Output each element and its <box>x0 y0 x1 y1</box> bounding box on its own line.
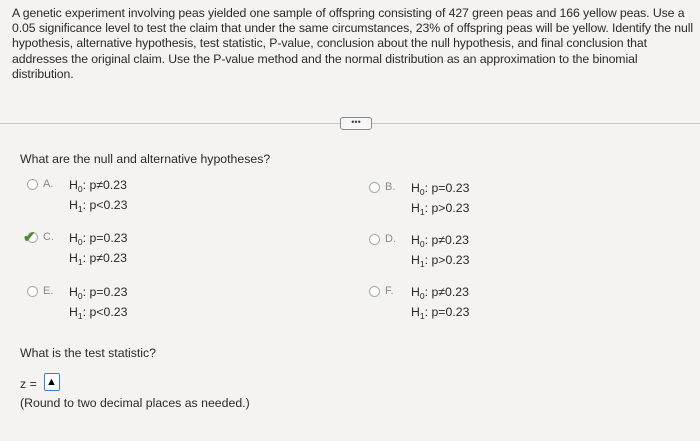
option-letter: C. <box>43 231 54 243</box>
radio-button[interactable] <box>369 182 380 193</box>
null-hypothesis: H0: p=0.23 <box>411 181 470 197</box>
problem-statement: A genetic experiment involving peas yiel… <box>12 6 694 81</box>
null-hypothesis: H0: p≠0.23 <box>411 285 469 301</box>
alternative-hypothesis: H1: p<0.23 <box>69 305 128 321</box>
alternative-hypothesis: H1: p>0.23 <box>411 253 470 269</box>
option-letter: B. <box>385 181 396 193</box>
radio-button[interactable] <box>369 234 380 245</box>
option-letter: D. <box>385 233 396 245</box>
test-statistic-input[interactable]: ▲ <box>44 373 60 391</box>
pointer-cursor-icon: ▲ <box>46 376 57 388</box>
alternative-hypothesis: H1: p<0.23 <box>69 198 128 214</box>
question-hypotheses: What are the null and alternative hypoth… <box>20 152 271 166</box>
null-hypothesis: H0: p≠0.23 <box>69 178 127 194</box>
option-letter: A. <box>43 178 54 190</box>
radio-button[interactable] <box>369 286 380 297</box>
question-test-statistic: What is the test statistic? <box>20 346 156 360</box>
option-letter: F. <box>385 285 394 297</box>
null-hypothesis: H0: p=0.23 <box>69 285 128 301</box>
checkmark-icon: ✔ <box>23 229 36 246</box>
rounding-instruction: (Round to two decimal places as needed.) <box>20 396 250 410</box>
radio-button[interactable] <box>27 179 38 190</box>
alternative-hypothesis: H1: p≠0.23 <box>69 251 127 267</box>
answer-prefix: z = <box>20 377 37 391</box>
radio-button[interactable] <box>27 286 38 297</box>
null-hypothesis: H0: p=0.23 <box>69 231 128 247</box>
option-letter: E. <box>43 285 54 297</box>
expand-more-button[interactable]: ••• <box>340 117 372 130</box>
alternative-hypothesis: H1: p=0.23 <box>411 305 470 321</box>
alternative-hypothesis: H1: p>0.23 <box>411 201 470 217</box>
null-hypothesis: H0: p≠0.23 <box>411 233 469 249</box>
